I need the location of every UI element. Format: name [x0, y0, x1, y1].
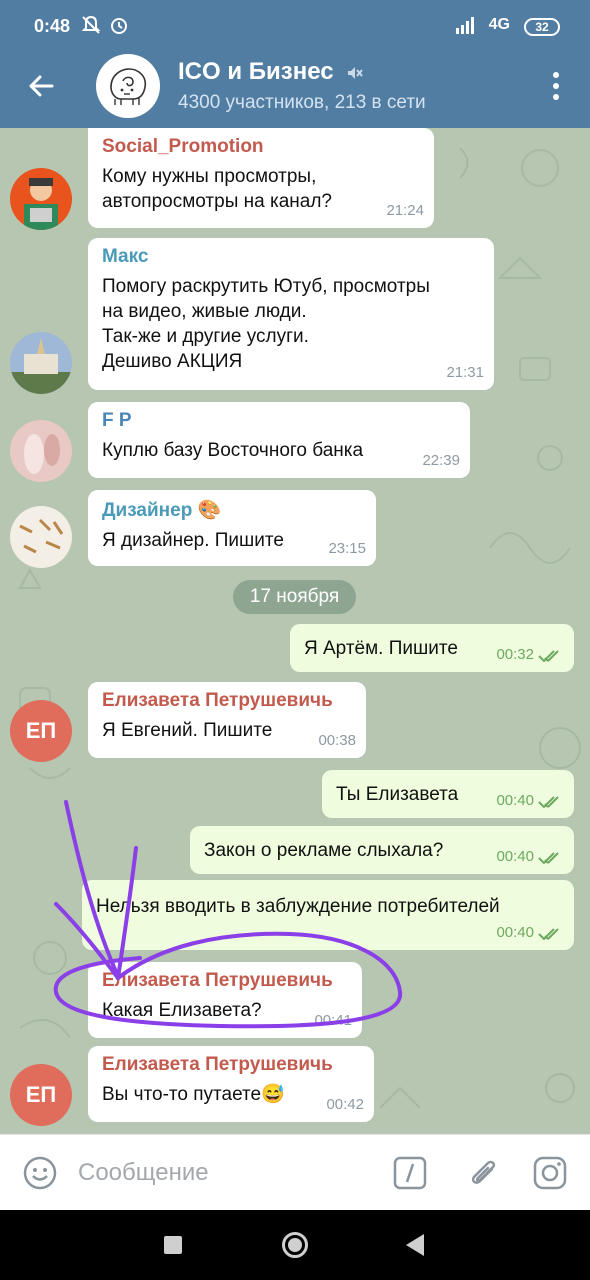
chat-title-text: ICO и Бизнес: [178, 58, 334, 85]
outgoing-message-bubble[interactable]: Ты Елизавета 00:40: [322, 770, 574, 818]
user-photo: [10, 506, 72, 568]
instagram-camera-icon[interactable]: [532, 1155, 568, 1191]
chat-header: ICO и Бизнес 4300 участников, 213 в сети: [0, 44, 590, 128]
message-sender[interactable]: Макс: [102, 246, 480, 268]
dnd-bell-icon: [81, 15, 101, 34]
alarm-icon: [111, 18, 127, 34]
message-text: Я дизайнер. Пишите: [102, 530, 284, 551]
user-photo: [10, 420, 72, 482]
message-bubble[interactable]: Елизавета Петрушевичь Я Евгений. Пишите …: [88, 682, 366, 758]
double-check-icon: [538, 852, 559, 865]
message-time: 00:40: [496, 924, 534, 941]
outgoing-message-bubble[interactable]: Нельзя вводить в заблуждение потребителе…: [82, 880, 574, 950]
status-bar: 0:48 4G 32: [0, 0, 590, 44]
group-logo-icon: [110, 68, 147, 105]
status-time: 0:48: [34, 16, 71, 36]
message-time: 00:32: [496, 646, 534, 663]
message-time: 00:40: [496, 848, 534, 865]
message-text: Какая Елизавета?: [102, 1000, 262, 1021]
user-photo: [10, 168, 72, 230]
sender-avatar[interactable]: ЕП: [10, 1064, 72, 1126]
sender-avatar[interactable]: ЕП: [10, 700, 72, 762]
outgoing-message-bubble[interactable]: Я Артём. Пишите 00:32: [290, 624, 574, 672]
message-time: 21:31: [446, 364, 484, 381]
message-sender[interactable]: Елизавета Петрушевичь: [102, 1054, 360, 1076]
message-text: Вы что-то путаете😅: [102, 1084, 285, 1105]
chat-messages-area[interactable]: Social_Promotion Кому нужны просмотры, а…: [0, 128, 590, 1134]
double-check-icon: [538, 796, 559, 809]
message-time: 00:42: [326, 1096, 364, 1113]
message-sender[interactable]: Social_Promotion: [102, 136, 420, 158]
message-time: 22:39: [422, 452, 460, 469]
message-sender[interactable]: Елизавета Петрушевичь: [102, 970, 348, 992]
sender-avatar[interactable]: [10, 332, 72, 394]
muted-speaker-icon: [348, 66, 364, 79]
message-time: 23:15: [328, 540, 366, 557]
nav-back-icon[interactable]: [406, 1234, 424, 1256]
message-input-bar: [0, 1134, 590, 1210]
message-sender[interactable]: F P: [102, 410, 456, 432]
message-sender[interactable]: Дизайнер 🎨: [102, 498, 362, 522]
message-bubble[interactable]: Дизайнер 🎨 Я дизайнер. Пишите 23:15: [88, 490, 376, 566]
message-text: Кому нужны просмотры, автопросмотры на к…: [102, 166, 332, 212]
user-photo: [10, 332, 72, 394]
outgoing-message-bubble[interactable]: Закон о рекламе слыхала? 00:40: [190, 826, 574, 874]
system-nav-bar: [0, 1210, 590, 1280]
message-bubble[interactable]: Social_Promotion Кому нужны просмотры, а…: [88, 128, 434, 228]
message-text: Куплю базу Восточного банка: [102, 440, 364, 461]
battery-indicator: 32: [524, 18, 560, 36]
message-text: Помогу раскрутить Ютуб, просмотры на вид…: [102, 276, 430, 372]
message-bubble[interactable]: Макс Помогу раскрутить Ютуб, просмотры н…: [88, 238, 494, 390]
message-bubble[interactable]: Елизавета Петрушевичь Какая Елизавета? 0…: [88, 962, 362, 1038]
message-bubble[interactable]: Елизавета Петрушевичь Вы что-то путаете😅…: [88, 1046, 374, 1122]
home-icon[interactable]: [282, 1232, 308, 1258]
sender-avatar[interactable]: [10, 506, 72, 568]
sender-avatar[interactable]: [10, 168, 72, 230]
message-input[interactable]: [78, 1153, 378, 1193]
chat-member-count: 4300 участников, 213 в сети: [178, 92, 426, 113]
message-sender[interactable]: Елизавета Петрушевичь: [102, 690, 352, 712]
network-type: 4G: [488, 16, 510, 33]
slash-icon[interactable]: [392, 1155, 428, 1191]
back-arrow-icon[interactable]: [22, 66, 62, 106]
group-avatar[interactable]: [96, 54, 160, 118]
message-time: 00:40: [496, 792, 534, 809]
sender-avatar[interactable]: [10, 420, 72, 482]
vertical-dots-icon[interactable]: [544, 68, 568, 104]
signal-icon: [456, 17, 474, 34]
date-divider: 17 ноября: [233, 580, 356, 614]
message-text: Я Евгений. Пишите: [102, 720, 273, 741]
recent-apps-icon[interactable]: [164, 1236, 182, 1254]
message-time: 00:41: [314, 1012, 352, 1029]
message-time: 00:38: [318, 732, 356, 749]
message-bubble[interactable]: F P Куплю базу Восточного банка 22:39: [88, 402, 470, 478]
double-check-icon: [538, 650, 559, 663]
message-time: 21:24: [386, 202, 424, 219]
paperclip-icon[interactable]: [466, 1155, 500, 1191]
chat-title[interactable]: ICO и Бизнес: [178, 58, 364, 86]
message-text: Нельзя вводить в заблуждение потребителе…: [96, 896, 500, 917]
double-check-icon: [538, 928, 559, 941]
smiley-icon[interactable]: [22, 1155, 58, 1191]
